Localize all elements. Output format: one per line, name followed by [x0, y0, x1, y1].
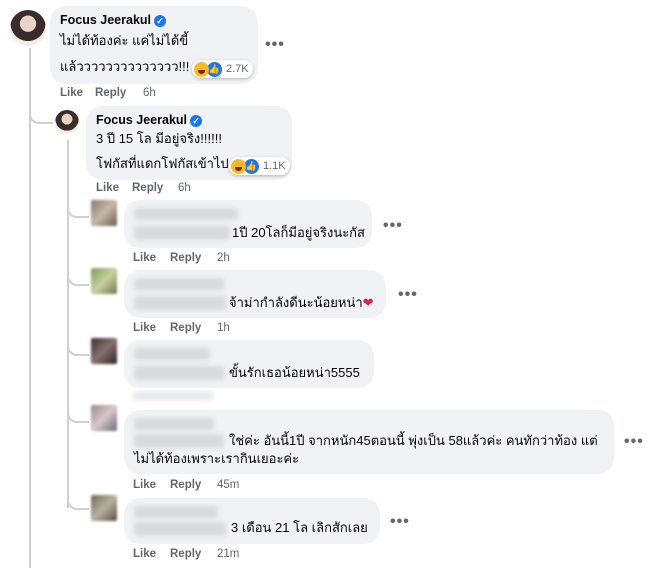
- comment-text: 1ปี 20โลก็มีอยู่จริงนะกัส: [232, 225, 365, 240]
- timestamp[interactable]: 21m: [217, 548, 239, 560]
- blurred-name: [134, 348, 210, 360]
- comment-text: โฟกัสที่แดกโฟกัสเข้าไป: [96, 156, 229, 171]
- avatar[interactable]: [91, 405, 117, 431]
- thread-line-main: [29, 48, 31, 568]
- commenter-name[interactable]: Focus Jeerakul ✓: [60, 13, 167, 27]
- reply-button[interactable]: Reply: [170, 322, 201, 334]
- avatar[interactable]: [10, 10, 46, 46]
- comment-text: แล้วววววววววววววว!!!: [60, 59, 190, 74]
- blurred-name: [134, 506, 218, 518]
- comment-text: 3 ปี 15 โล มีอยู่จริง!!!!!!: [96, 131, 222, 146]
- comment-text: 3 เดือน 21 โล เลิกสักเลย: [231, 520, 368, 535]
- blurred-text: [134, 434, 224, 448]
- timestamp[interactable]: 6h: [143, 87, 156, 99]
- comment-text: ใช่ค่ะ อันนี้1ปี จากหนัก45ตอนนี้ พุ่งเป็…: [229, 433, 598, 448]
- thread-line-reply: [67, 140, 69, 508]
- comment-text: จ้าม่ากำลังดีนะน้อยหน่า❤: [229, 295, 374, 310]
- thread-curve: [67, 492, 89, 510]
- blurred-text: [134, 296, 226, 310]
- like-button[interactable]: Like: [133, 548, 156, 560]
- blurred-name: [134, 278, 224, 290]
- avatar[interactable]: [55, 110, 79, 134]
- thread-curve: [67, 338, 89, 356]
- reply-button[interactable]: Reply: [132, 182, 163, 194]
- more-options-icon[interactable]: •••: [398, 286, 418, 304]
- blurred-text: [134, 366, 224, 380]
- avatar[interactable]: [91, 268, 117, 294]
- reply-button[interactable]: Reply: [170, 479, 201, 491]
- haha-icon: [231, 158, 246, 174]
- thread-curve: [67, 405, 89, 423]
- timestamp[interactable]: 45m: [217, 479, 239, 491]
- haha-icon: [194, 61, 209, 77]
- like-button[interactable]: Like: [133, 322, 156, 334]
- more-options-icon[interactable]: •••: [390, 513, 410, 531]
- verified-icon: ✓: [190, 114, 203, 127]
- timestamp[interactable]: 1h: [217, 322, 230, 334]
- thread-curve: [67, 268, 89, 286]
- comment-text: ไม่ได้ท้องค่ะ แค่ไม่ได้ขี้: [60, 33, 189, 48]
- reaction-summary[interactable]: 👍 1.1K: [229, 157, 290, 175]
- like-button[interactable]: Like: [133, 252, 156, 264]
- like-button[interactable]: Like: [60, 87, 83, 99]
- like-button[interactable]: Like: [133, 479, 156, 491]
- blurred-actions: [133, 392, 213, 400]
- timestamp[interactable]: 2h: [217, 252, 230, 264]
- more-options-icon[interactable]: •••: [383, 217, 403, 235]
- reaction-summary[interactable]: 👍 2.7K: [192, 60, 253, 78]
- thread-curve: [67, 200, 89, 218]
- blurred-name: [134, 208, 238, 220]
- avatar[interactable]: [91, 495, 117, 521]
- comment-text: ขั้นรักเธอน้อยหน่า5555: [229, 365, 360, 380]
- reply-button[interactable]: Reply: [170, 548, 201, 560]
- blurred-text: [134, 522, 226, 536]
- avatar[interactable]: [91, 200, 117, 226]
- avatar[interactable]: [91, 338, 117, 364]
- more-options-icon[interactable]: •••: [624, 433, 644, 451]
- heart-icon: ❤: [362, 295, 374, 310]
- verified-icon: ✓: [154, 14, 167, 27]
- commenter-name[interactable]: Focus Jeerakul ✓: [96, 113, 203, 127]
- thread-curve: [29, 100, 53, 124]
- reply-button[interactable]: Reply: [95, 87, 126, 99]
- reply-button[interactable]: Reply: [170, 252, 201, 264]
- timestamp[interactable]: 6h: [178, 182, 191, 194]
- blurred-name: [134, 418, 214, 430]
- like-button[interactable]: Like: [96, 182, 119, 194]
- more-options-icon[interactable]: •••: [265, 36, 285, 54]
- comment-text: ไม่ได้ท้องเพราะเรากินเยอะค่ะ: [134, 451, 300, 466]
- blurred-text: [134, 226, 230, 240]
